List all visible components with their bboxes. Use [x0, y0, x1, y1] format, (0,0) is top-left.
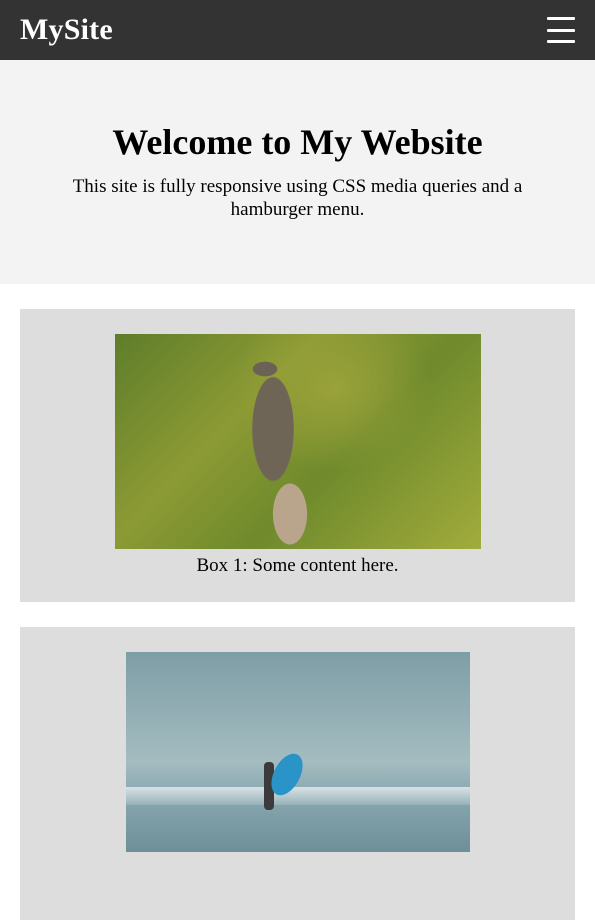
hamburger-line [547, 17, 575, 20]
hamburger-line [547, 40, 575, 43]
content-box-1: Box 1: Some content here. [20, 309, 575, 602]
hero-subtitle: This site is fully responsive using CSS … [72, 176, 523, 220]
wave-foam [125, 787, 470, 805]
content-box-2 [20, 627, 575, 920]
hamburger-menu-icon[interactable] [547, 17, 575, 43]
hero-title: Welcome to My Website [112, 122, 483, 162]
content-area: Box 1: Some content here. [0, 284, 595, 920]
owl-image [114, 334, 481, 549]
beach-image [125, 652, 470, 852]
site-logo[interactable]: MySite [20, 13, 113, 47]
hero-section: Welcome to My Website This site is fully… [0, 60, 595, 284]
hamburger-line [547, 28, 575, 32]
box-caption: Box 1: Some content here. [196, 555, 399, 576]
navbar: MySite [0, 0, 595, 60]
